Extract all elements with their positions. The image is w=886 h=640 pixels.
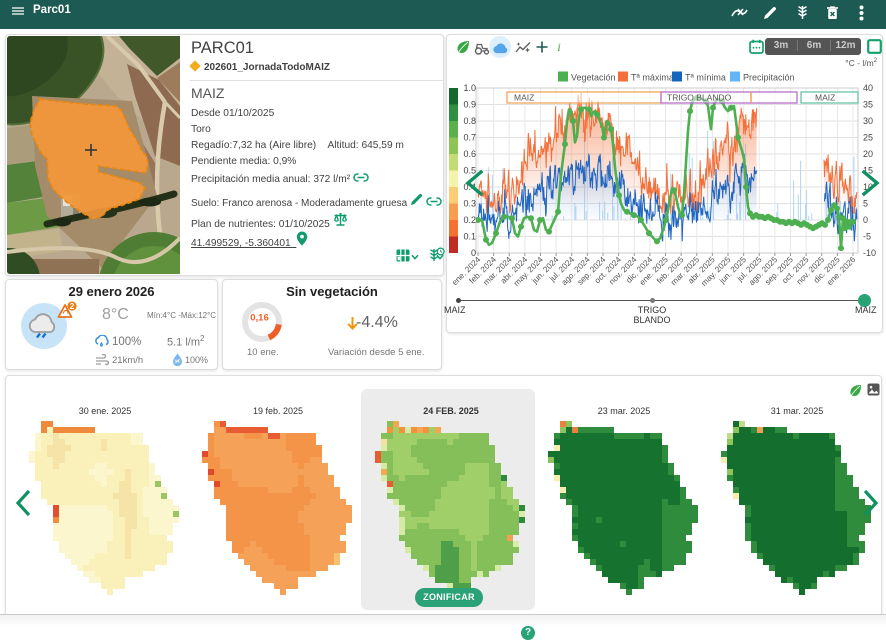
svg-text:i: i xyxy=(557,40,560,53)
svg-text:0,16: 0,16 xyxy=(250,313,269,324)
svg-text:2: 2 xyxy=(70,301,75,311)
